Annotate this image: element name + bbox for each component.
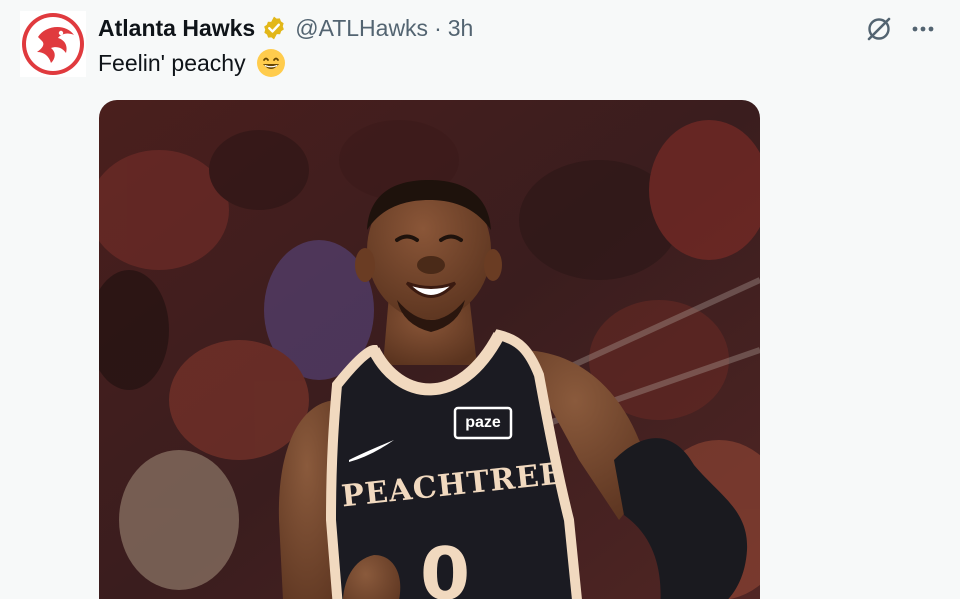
author-handle[interactable]: @ATLHawks [295,15,428,42]
tweet-media-photo[interactable]: paze PEACHTREE 0 [99,100,760,599]
avatar[interactable] [20,11,86,77]
author-name[interactable]: Atlanta Hawks [98,15,255,42]
tweet-text: Feelin' peachy [98,48,286,78]
sponsor-patch-text: paze [465,414,501,431]
separator-dot: · [434,14,442,41]
player-photo [99,100,760,599]
grok-button[interactable] [862,12,896,46]
more-icon [912,26,934,32]
more-button[interactable] [906,12,940,46]
grok-icon [867,17,891,41]
tweet[interactable]: Atlanta Hawks @ATLHawks · 3h Feelin' pea… [0,0,960,599]
tweet-text-content: Feelin' peachy [98,49,246,76]
timestamp[interactable]: 3h [448,15,474,42]
tweet-header: Atlanta Hawks @ATLHawks · 3h [98,12,473,44]
grinning-face-emoji-icon [256,48,286,78]
jersey-number: 0 [419,532,471,599]
verified-badge-icon[interactable] [261,15,287,41]
hawks-logo-icon [20,11,86,77]
